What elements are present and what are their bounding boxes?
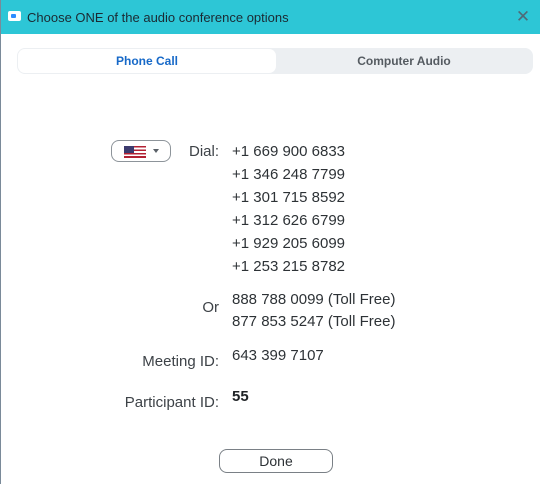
participant-id-value: 55 <box>232 388 249 405</box>
dial-number: +1 253 215 8782 <box>232 258 346 275</box>
zoom-app-icon <box>8 11 21 21</box>
done-button[interactable]: Done <box>219 449 333 473</box>
meeting-id-value: 643 399 7107 <box>232 347 324 364</box>
dial-number: +1 301 715 8592 <box>232 189 346 206</box>
tab-phone-call[interactable]: Phone Call <box>18 49 276 73</box>
dial-number: +1 669 900 6833 <box>232 143 346 160</box>
dial-label: Dial: <box>188 143 219 160</box>
participant-id-label: Participant ID: <box>124 394 219 411</box>
us-flag-icon <box>124 146 146 158</box>
audio-mode-tabs: Computer Audio Phone Call <box>17 48 533 74</box>
toll-free-number: 877 853 5247 (Toll Free) <box>232 313 396 330</box>
dial-number: +1 346 248 7799 <box>232 166 346 183</box>
dial-number: +1 929 205 6099 <box>232 235 346 252</box>
dialog-title: Choose ONE of the audio conference optio… <box>27 10 289 25</box>
title-bar: Choose ONE of the audio conference optio… <box>1 0 540 34</box>
chevron-down-icon <box>153 149 159 153</box>
country-dropdown[interactable] <box>111 140 171 162</box>
audio-options-dialog: Choose ONE of the audio conference optio… <box>0 0 540 484</box>
close-icon[interactable]: ✕ <box>513 7 533 27</box>
toll-free-number: 888 788 0099 (Toll Free) <box>232 291 396 308</box>
tab-computer-audio[interactable]: Computer Audio <box>275 48 533 74</box>
meeting-id-label: Meeting ID: <box>142 353 219 370</box>
dial-number: +1 312 626 6799 <box>232 212 346 229</box>
or-label: Or <box>202 299 219 316</box>
